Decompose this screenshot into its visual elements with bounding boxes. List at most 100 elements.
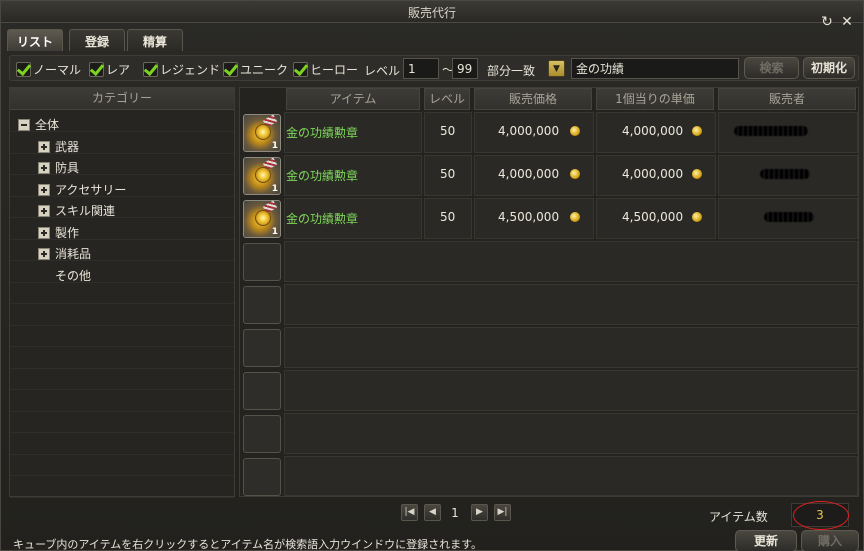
category-label: 製作 [55, 226, 80, 240]
category-label: 防具 [55, 161, 80, 175]
column-header-price[interactable]: 販売価格 [474, 88, 592, 110]
checkmark-icon [143, 62, 158, 77]
item-quantity: 1 [271, 141, 278, 151]
column-header-unit-price[interactable]: 1個当りの単価 [596, 88, 714, 110]
item-name[interactable]: 金の功績勲章 [286, 124, 358, 141]
checkbox-label: ヒーロー [310, 63, 359, 77]
item-quantity: 1 [271, 184, 278, 194]
table-row[interactable]: 1 金の功績勲章 50 4,000,000 4,000,000 [240, 112, 860, 155]
last-page-icon[interactable]: ▶| [494, 504, 511, 521]
current-page: 1 [451, 506, 459, 520]
category-all[interactable]: 全体 [18, 116, 59, 133]
column-header-level[interactable]: レベル [424, 88, 470, 110]
close-icon[interactable]: ✕ [839, 14, 855, 30]
level-max-input[interactable] [452, 58, 478, 79]
empty-row [240, 241, 860, 284]
column-header-seller[interactable]: 販売者 [718, 88, 856, 110]
category-weapon[interactable]: 武器 [38, 138, 79, 155]
checkmark-icon [89, 62, 104, 77]
category-crafting[interactable]: 製作 [38, 224, 79, 241]
seller-name-redacted [760, 169, 810, 179]
search-button[interactable]: 検索 [744, 57, 799, 79]
category-label: 消耗品 [55, 247, 92, 261]
annotation-circle [793, 501, 849, 530]
tab-list[interactable]: リスト [7, 29, 63, 51]
checkmark-icon [16, 62, 31, 77]
chevron-down-icon[interactable]: ▼ [548, 60, 565, 77]
category-armor[interactable]: 防具 [38, 159, 79, 176]
category-label: その他 [55, 269, 92, 283]
search-input[interactable] [571, 58, 739, 79]
hint-text: キューブ内のアイテムを右クリックするとアイテム名が検索語入力ウインドウに登録され… [13, 538, 483, 551]
checkbox-legend[interactable]: レジェンド [143, 61, 220, 78]
category-label: 武器 [55, 140, 80, 154]
titlebar: 販売代行 [1, 1, 863, 23]
gold-coin-icon [692, 126, 702, 136]
item-price: 4,000,000 [498, 167, 560, 181]
checkbox-label: レジェンド [160, 63, 221, 77]
item-count-label: アイテム数 [709, 510, 768, 524]
sales-agent-window: 販売代行 ↻ ✕ リスト 登録 精算 ノーマル レア レジェンド ユニーク ヒー… [0, 0, 864, 551]
tab-register[interactable]: 登録 [69, 29, 125, 51]
empty-slot [243, 415, 281, 453]
empty-row [240, 413, 860, 456]
expand-icon[interactable] [38, 247, 50, 260]
gold-coin-icon [570, 169, 580, 179]
filter-bar: ノーマル レア レジェンド ユニーク ヒーロー レベル ～ 部分一致 ▼ 検索 … [9, 55, 859, 81]
checkbox-unique[interactable]: ユニーク [223, 61, 288, 78]
item-quantity: 1 [271, 227, 278, 237]
first-page-icon[interactable]: |◀ [401, 504, 418, 521]
category-label: 全体 [35, 118, 60, 132]
gold-coin-icon [570, 126, 580, 136]
table-row[interactable]: 1 金の功績勲章 50 4,000,000 4,000,000 [240, 155, 860, 198]
expand-icon[interactable] [38, 204, 50, 217]
empty-slot [243, 243, 281, 281]
seller-name-redacted [764, 212, 814, 222]
expand-icon[interactable] [38, 183, 50, 196]
expand-icon[interactable] [38, 161, 50, 174]
checkbox-label: レア [106, 63, 131, 77]
checkbox-normal[interactable]: ノーマル [16, 61, 81, 78]
item-level: 50 [440, 167, 456, 181]
category-skill[interactable]: スキル関連 [38, 202, 115, 219]
category-accessory[interactable]: アクセサリー [38, 181, 126, 198]
gold-coin-icon [692, 169, 702, 179]
category-other[interactable]: その他 [55, 267, 91, 284]
column-header-item[interactable]: アイテム [286, 88, 420, 110]
window-title: 販売代行 [407, 6, 456, 20]
item-name[interactable]: 金の功績勲章 [286, 167, 358, 184]
prev-page-icon[interactable]: ◀ [424, 504, 441, 521]
item-level: 50 [440, 210, 456, 224]
empty-row [240, 370, 860, 413]
level-min-input[interactable] [403, 58, 439, 79]
category-label: スキル関連 [55, 204, 116, 218]
checkbox-rare[interactable]: レア [89, 61, 130, 78]
refresh-icon[interactable]: ↻ [819, 14, 835, 30]
checkbox-label: ノーマル [33, 63, 82, 77]
item-price: 4,500,000 [498, 210, 560, 224]
medal-item-icon[interactable]: 1 [243, 114, 281, 152]
refresh-button[interactable]: 更新 [735, 530, 797, 551]
medal-item-icon[interactable]: 1 [243, 157, 281, 195]
item-unit-price: 4,500,000 [622, 210, 684, 224]
item-table: アイテム レベル 販売価格 1個当りの単価 販売者 1 金の功績勲章 50 4,… [239, 87, 859, 497]
medal-item-icon[interactable]: 1 [243, 200, 281, 238]
collapse-icon[interactable] [18, 118, 30, 131]
level-label: レベル [364, 64, 401, 78]
tab-settlement[interactable]: 精算 [127, 29, 183, 51]
expand-icon[interactable] [38, 226, 50, 239]
empty-row [240, 284, 860, 327]
item-price: 4,000,000 [498, 124, 560, 138]
empty-slot [243, 286, 281, 324]
gold-coin-icon [692, 212, 702, 222]
buy-button[interactable]: 購入 [801, 530, 859, 551]
checkbox-hero[interactable]: ヒーロー [293, 61, 358, 78]
item-name[interactable]: 金の功績勲章 [286, 210, 358, 227]
item-unit-price: 4,000,000 [622, 124, 684, 138]
match-mode-label: 部分一致 [487, 64, 536, 78]
next-page-icon[interactable]: ▶ [471, 504, 488, 521]
reset-button[interactable]: 初期化 [803, 57, 855, 79]
table-row[interactable]: 1 金の功績勲章 50 4,500,000 4,500,000 [240, 198, 860, 241]
category-consumable[interactable]: 消耗品 [38, 245, 91, 262]
expand-icon[interactable] [38, 140, 50, 153]
